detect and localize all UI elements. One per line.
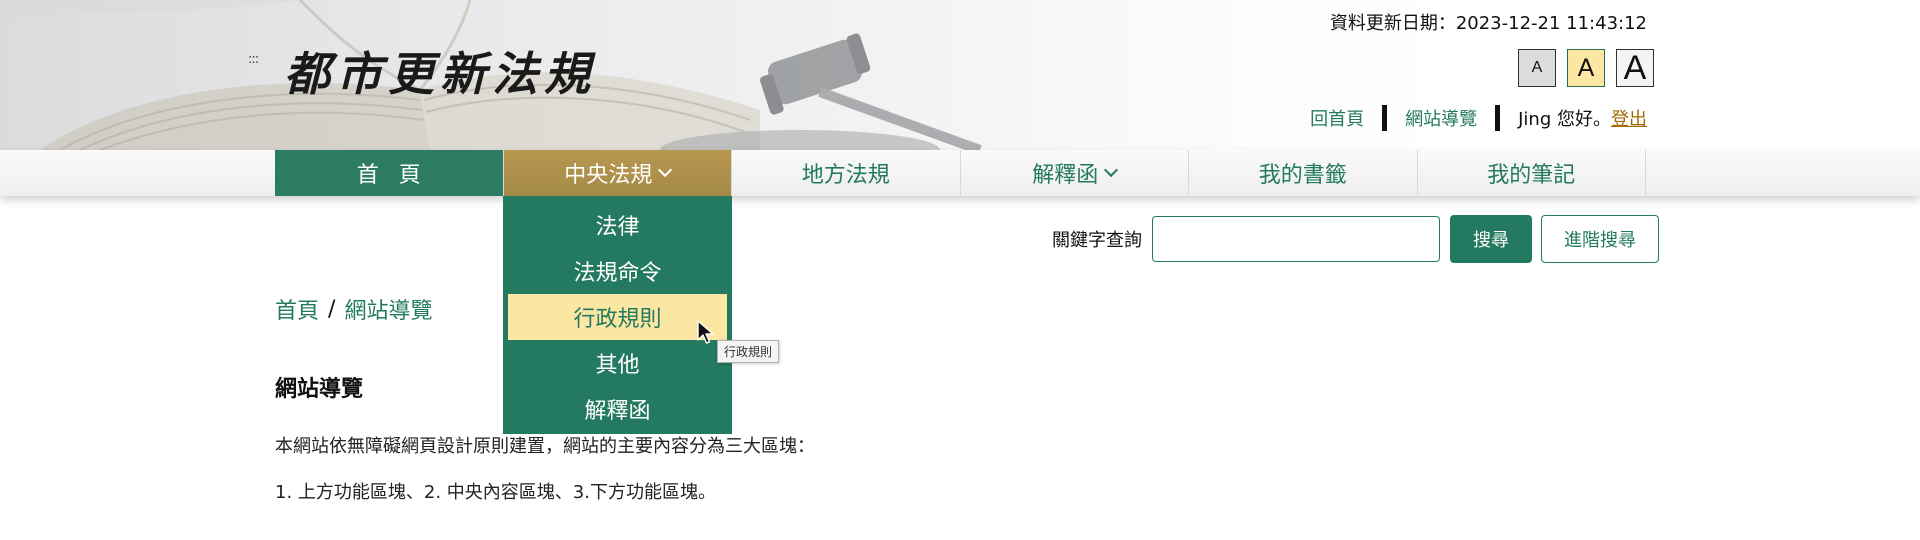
dropdown-item-other[interactable]: 其他 bbox=[508, 340, 727, 386]
breadcrumb-sitemap[interactable]: 網站導覽 bbox=[344, 293, 432, 325]
breadcrumb-home[interactable]: 首頁 bbox=[275, 293, 319, 325]
central-regulations-dropdown: 法律 法規命令 行政規則 其他 解釋函 bbox=[503, 196, 732, 434]
search-button[interactable]: 搜尋 bbox=[1450, 215, 1532, 263]
page-title: 網站導覽 bbox=[275, 377, 364, 402]
dropdown-item-regulatory-order[interactable]: 法規命令 bbox=[508, 248, 727, 294]
font-small-button[interactable]: A bbox=[1518, 49, 1556, 87]
dropdown-item-law[interactable]: 法律 bbox=[508, 202, 727, 248]
dropdown-item-administrative-rules[interactable]: 行政規則 bbox=[508, 294, 727, 340]
sections-paragraph: 1. 上方功能區塊、2. 中央內容區塊、3.下方功能區塊。 bbox=[275, 482, 716, 503]
nav-home[interactable]: 首頁 bbox=[275, 150, 504, 196]
breadcrumb-separator: / bbox=[328, 296, 336, 322]
search-input[interactable] bbox=[1152, 216, 1440, 262]
divider bbox=[1382, 105, 1388, 131]
advanced-search-button[interactable]: 進階搜尋 bbox=[1541, 215, 1659, 263]
nav-local-regulations[interactable]: 地方法規 bbox=[732, 150, 961, 196]
intro-paragraph: 本網站依無障礙網頁設計原則建置，網站的主要內容分為三大區塊： bbox=[275, 436, 815, 457]
nav-local-label: 地方法規 bbox=[801, 163, 890, 188]
home-link[interactable]: 回首頁 bbox=[1310, 105, 1364, 131]
nav-notes[interactable]: 我的筆記 bbox=[1418, 150, 1646, 196]
nav-central-regulations[interactable]: 中央法規 bbox=[503, 150, 732, 196]
user-greeting: Jing 您好。 bbox=[1518, 109, 1611, 130]
main-nav-bar: 首頁 中央法規 地方法規 解釋函 我的書籤 我的筆記 bbox=[0, 150, 1920, 196]
site-title: 都市更新法規 bbox=[284, 47, 596, 101]
divider bbox=[1495, 105, 1501, 131]
font-large-button[interactable]: A bbox=[1616, 49, 1654, 87]
nav-central-label: 中央法規 bbox=[564, 163, 653, 188]
keyword-search: 關鍵字查詢 搜尋 進階搜尋 bbox=[1052, 215, 1659, 263]
nav-interpretation[interactable]: 解釋函 bbox=[961, 150, 1189, 196]
top-links: 回首頁 網站導覽 Jing 您好。 登出 bbox=[1310, 105, 1647, 131]
chevron-down-icon bbox=[658, 162, 673, 178]
main-nav: 首頁 中央法規 地方法規 解釋函 我的書籤 我的筆記 bbox=[275, 150, 1646, 196]
chevron-down-icon bbox=[1104, 162, 1119, 178]
update-date: 資料更新日期：2023-12-21 11:43:12 bbox=[1329, 13, 1647, 34]
mouse-pointer-icon bbox=[697, 320, 714, 344]
nav-bookmarks-label: 我的書籤 bbox=[1258, 163, 1347, 188]
breadcrumb: 首頁 / 網站導覽 bbox=[275, 293, 432, 325]
search-label: 關鍵字查詢 bbox=[1052, 230, 1142, 251]
logout-link[interactable]: 登出 bbox=[1611, 105, 1647, 131]
nav-home-label: 首頁 bbox=[356, 163, 441, 188]
sitemap-link[interactable]: 網站導覽 bbox=[1405, 105, 1477, 131]
nav-bookmarks[interactable]: 我的書籤 bbox=[1189, 150, 1418, 196]
dropdown-item-interpretation[interactable]: 解釋函 bbox=[508, 386, 727, 432]
grip-icon[interactable]: ::: bbox=[248, 52, 259, 67]
font-medium-button[interactable]: A bbox=[1567, 49, 1605, 87]
tooltip: 行政規則 bbox=[717, 340, 780, 363]
nav-notes-label: 我的筆記 bbox=[1487, 163, 1576, 188]
font-size-controls: A A A bbox=[1518, 49, 1654, 87]
nav-interpretation-label: 解釋函 bbox=[1032, 163, 1099, 188]
